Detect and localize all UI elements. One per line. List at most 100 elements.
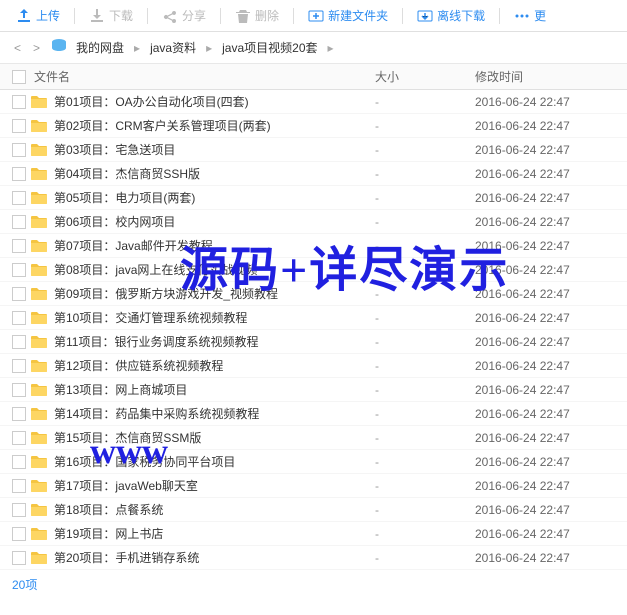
select-all-checkbox[interactable] (12, 70, 26, 84)
folder-icon (30, 358, 48, 374)
file-name[interactable]: 第08项目：java网上在线支付实战视频 (54, 261, 375, 278)
row-checkbox[interactable] (12, 215, 26, 229)
file-mtime: 2016-06-24 22:47 (475, 119, 615, 133)
row-checkbox[interactable] (12, 383, 26, 397)
file-name[interactable]: 第03项目：宅急送项目 (54, 141, 375, 158)
table-row[interactable]: 第13项目：网上商城项目-2016-06-24 22:47 (0, 378, 627, 402)
file-name[interactable]: 第17项目：javaWeb聊天室 (54, 477, 375, 494)
file-name[interactable]: 第11项目：银行业务调度系统视频教程 (54, 333, 375, 350)
file-mtime: 2016-06-24 22:47 (475, 167, 615, 181)
header-name[interactable]: 文件名 (30, 68, 375, 85)
file-name[interactable]: 第20项目：手机进销存系统 (54, 549, 375, 566)
row-checkbox[interactable] (12, 167, 26, 181)
row-checkbox[interactable] (12, 359, 26, 373)
row-checkbox[interactable] (12, 311, 26, 325)
share-icon (162, 8, 178, 24)
file-mtime: 2016-06-24 22:47 (475, 455, 615, 469)
row-checkbox[interactable] (12, 263, 26, 277)
table-row[interactable]: 第07项目：Java邮件开发教程-2016-06-24 22:47 (0, 234, 627, 258)
file-mtime: 2016-06-24 22:47 (475, 431, 615, 445)
row-checkbox[interactable] (12, 503, 26, 517)
new-folder-button[interactable]: 新建文件夹 (300, 5, 396, 26)
header-mtime[interactable]: 修改时间 (475, 68, 615, 85)
file-name[interactable]: 第14项目：药品集中采购系统视频教程 (54, 405, 375, 422)
folder-icon (30, 550, 48, 566)
table-row[interactable]: 第17项目：javaWeb聊天室-2016-06-24 22:47 (0, 474, 627, 498)
back-button[interactable]: < (12, 41, 23, 55)
file-size: - (375, 143, 475, 157)
table-row[interactable]: 第16项目：国家税务协同平台项目-2016-06-24 22:47 (0, 450, 627, 474)
more-button[interactable]: 更 (506, 5, 554, 26)
row-checkbox[interactable] (12, 239, 26, 253)
row-checkbox[interactable] (12, 407, 26, 421)
table-row[interactable]: 第20项目：手机进销存系统-2016-06-24 22:47 (0, 546, 627, 570)
table-row[interactable]: 第12项目：供应链系统视频教程-2016-06-24 22:47 (0, 354, 627, 378)
row-checkbox[interactable] (12, 551, 26, 565)
file-name[interactable]: 第05项目：电力项目(两套) (54, 189, 375, 206)
file-name[interactable]: 第09项目：俄罗斯方块游戏开发_视频教程 (54, 285, 375, 302)
breadcrumb-item[interactable]: java项目视频20套 (222, 39, 317, 56)
forward-button[interactable]: > (31, 41, 42, 55)
row-checkbox[interactable] (12, 95, 26, 109)
table-row[interactable]: 第18项目：点餐系统-2016-06-24 22:47 (0, 498, 627, 522)
file-name[interactable]: 第19项目：网上书店 (54, 525, 375, 542)
row-checkbox[interactable] (12, 191, 26, 205)
file-name[interactable]: 第10项目：交通灯管理系统视频教程 (54, 309, 375, 326)
file-list: 第01项目：OA办公自动化项目(四套)-2016-06-24 22:47第02项… (0, 90, 627, 570)
file-mtime: 2016-06-24 22:47 (475, 239, 615, 253)
file-name[interactable]: 第16项目：国家税务协同平台项目 (54, 453, 375, 470)
file-name[interactable]: 第15项目：杰信商贸SSM版 (54, 429, 375, 446)
row-checkbox[interactable] (12, 143, 26, 157)
separator (402, 8, 403, 24)
delete-button[interactable]: 删除 (227, 5, 287, 26)
download-button[interactable]: 下载 (81, 5, 141, 26)
file-name[interactable]: 第02项目：CRM客户关系管理项目(两套) (54, 117, 375, 134)
row-checkbox[interactable] (12, 287, 26, 301)
item-count: 20项 (12, 578, 37, 592)
table-row[interactable]: 第04项目：杰信商贸SSH版-2016-06-24 22:47 (0, 162, 627, 186)
file-mtime: 2016-06-24 22:47 (475, 359, 615, 373)
row-checkbox[interactable] (12, 431, 26, 445)
breadcrumb-root[interactable]: 我的网盘 (76, 39, 124, 56)
row-checkbox[interactable] (12, 527, 26, 541)
file-name[interactable]: 第06项目：校内网项目 (54, 213, 375, 230)
folder-icon (30, 334, 48, 350)
file-name[interactable]: 第13项目：网上商城项目 (54, 381, 375, 398)
offline-download-button[interactable]: 离线下载 (409, 5, 493, 26)
separator (499, 8, 500, 24)
file-name[interactable]: 第04项目：杰信商贸SSH版 (54, 165, 375, 182)
table-row[interactable]: 第14项目：药品集中采购系统视频教程-2016-06-24 22:47 (0, 402, 627, 426)
file-mtime: 2016-06-24 22:47 (475, 551, 615, 565)
row-checkbox[interactable] (12, 455, 26, 469)
file-name[interactable]: 第01项目：OA办公自动化项目(四套) (54, 93, 375, 110)
folder-icon (30, 454, 48, 470)
download-icon (89, 8, 105, 24)
table-row[interactable]: 第08项目：java网上在线支付实战视频-2016-06-24 22:47 (0, 258, 627, 282)
table-row[interactable]: 第05项目：电力项目(两套)-2016-06-24 22:47 (0, 186, 627, 210)
row-checkbox[interactable] (12, 479, 26, 493)
table-row[interactable]: 第02项目：CRM客户关系管理项目(两套)-2016-06-24 22:47 (0, 114, 627, 138)
table-row[interactable]: 第19项目：网上书店-2016-06-24 22:47 (0, 522, 627, 546)
file-mtime: 2016-06-24 22:47 (475, 191, 615, 205)
table-row[interactable]: 第03项目：宅急送项目-2016-06-24 22:47 (0, 138, 627, 162)
breadcrumb-item[interactable]: java资料 (150, 39, 196, 56)
file-name[interactable]: 第07项目：Java邮件开发教程 (54, 237, 375, 254)
table-row[interactable]: 第06项目：校内网项目-2016-06-24 22:47 (0, 210, 627, 234)
new-folder-label: 新建文件夹 (328, 7, 388, 24)
folder-icon (30, 406, 48, 422)
table-row[interactable]: 第09项目：俄罗斯方块游戏开发_视频教程-2016-06-24 22:47 (0, 282, 627, 306)
upload-button[interactable]: 上传 (8, 5, 68, 26)
header-size[interactable]: 大小 (375, 68, 475, 85)
share-button[interactable]: 分享 (154, 5, 214, 26)
disk-icon (50, 37, 68, 58)
table-row[interactable]: 第01项目：OA办公自动化项目(四套)-2016-06-24 22:47 (0, 90, 627, 114)
file-name[interactable]: 第18项目：点餐系统 (54, 501, 375, 518)
row-checkbox[interactable] (12, 335, 26, 349)
table-row[interactable]: 第11项目：银行业务调度系统视频教程-2016-06-24 22:47 (0, 330, 627, 354)
row-checkbox[interactable] (12, 119, 26, 133)
folder-icon (30, 94, 48, 110)
table-row[interactable]: 第10项目：交通灯管理系统视频教程-2016-06-24 22:47 (0, 306, 627, 330)
table-row[interactable]: 第15项目：杰信商贸SSM版-2016-06-24 22:47 (0, 426, 627, 450)
upload-label: 上传 (36, 7, 60, 24)
file-name[interactable]: 第12项目：供应链系统视频教程 (54, 357, 375, 374)
